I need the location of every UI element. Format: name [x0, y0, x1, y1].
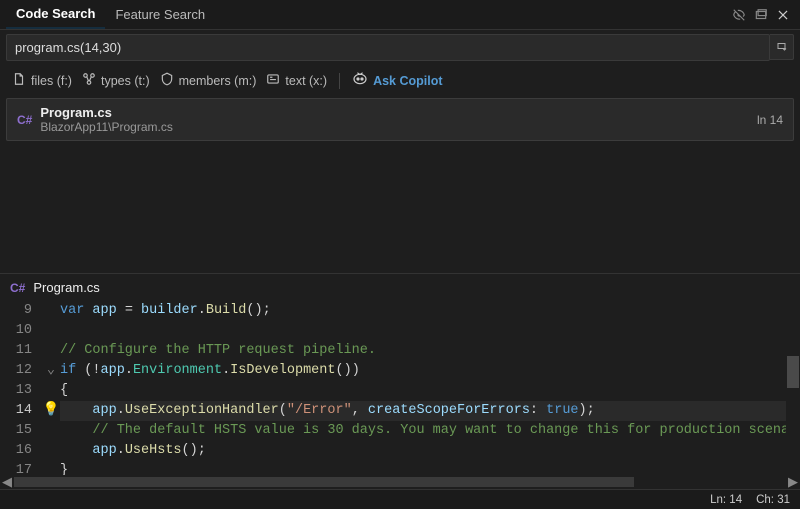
- filter-members-label: members (m:): [179, 74, 257, 88]
- text-icon: [266, 72, 280, 89]
- editor-filename: Program.cs: [33, 280, 99, 295]
- filter-text[interactable]: text (x:): [266, 72, 327, 89]
- result-line: ln 14: [757, 113, 783, 127]
- code-editor[interactable]: 9var app = builder.Build(); 10 11// Conf…: [0, 301, 800, 475]
- filter-members[interactable]: members (m:): [160, 72, 257, 89]
- ask-copilot[interactable]: Ask Copilot: [352, 71, 442, 90]
- file-icon: [12, 72, 26, 89]
- types-icon: [82, 72, 96, 89]
- filter-types[interactable]: types (t:): [82, 72, 150, 89]
- copilot-icon: [352, 71, 368, 90]
- status-col: Ch: 31: [756, 494, 790, 506]
- fold-chevron-icon[interactable]: ⌄: [47, 361, 55, 381]
- tab-code-search[interactable]: Code Search: [6, 0, 105, 29]
- members-icon: [160, 72, 174, 89]
- ask-copilot-label: Ask Copilot: [373, 74, 442, 88]
- filter-files-label: files (f:): [31, 74, 72, 88]
- result-path: BlazorApp11\Program.cs: [40, 120, 749, 134]
- csharp-badge-icon: C#: [10, 281, 25, 295]
- preview-hidden-icon[interactable]: [728, 4, 750, 26]
- status-line: Ln: 14: [710, 494, 742, 506]
- vertical-scrollbar[interactable]: [786, 301, 800, 475]
- search-input[interactable]: [6, 34, 770, 61]
- search-dropdown-button[interactable]: [770, 34, 794, 60]
- filter-types-label: types (t:): [101, 74, 150, 88]
- divider: [339, 73, 340, 89]
- dock-icon[interactable]: [750, 4, 772, 26]
- filter-text-label: text (x:): [285, 74, 327, 88]
- result-filename: Program.cs: [40, 105, 749, 120]
- tab-feature-search[interactable]: Feature Search: [105, 1, 215, 28]
- scroll-right-icon[interactable]: ▶: [786, 475, 800, 489]
- horizontal-scrollbar[interactable]: ◀ ▶: [0, 475, 800, 489]
- lightbulb-icon[interactable]: 💡: [43, 401, 60, 421]
- csharp-badge-icon: C#: [17, 113, 32, 127]
- editor-tab[interactable]: C# Program.cs: [0, 273, 800, 301]
- search-result-row[interactable]: C# Program.cs BlazorApp11\Program.cs ln …: [6, 98, 794, 141]
- scroll-left-icon[interactable]: ◀: [0, 475, 14, 489]
- filter-files[interactable]: files (f:): [12, 72, 72, 89]
- close-icon[interactable]: [772, 4, 794, 26]
